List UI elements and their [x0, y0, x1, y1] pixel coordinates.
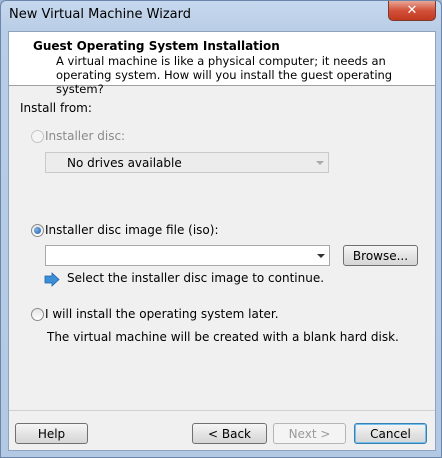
- next-button-label: Next >: [288, 426, 331, 441]
- chevron-down-icon: [316, 161, 324, 165]
- back-button-label: < Back: [207, 426, 251, 441]
- help-button[interactable]: Help: [15, 423, 88, 444]
- iso-path-combobox[interactable]: [45, 245, 330, 266]
- close-button[interactable]: ✕: [388, 1, 436, 21]
- installer-disc-label: Installer disc:: [45, 129, 126, 143]
- window-title: New Virtual Machine Wizard: [9, 7, 191, 22]
- next-button[interactable]: Next >: [273, 423, 346, 444]
- radio-selected-dot: [34, 227, 41, 234]
- arrow-right-icon: [44, 272, 60, 287]
- page-header: Guest Operating System Installation A vi…: [9, 32, 435, 96]
- browse-button-label: Browse...: [352, 248, 409, 263]
- install-later-note: The virtual machine will be created with…: [47, 330, 399, 344]
- wizard-window: New Virtual Machine Wizard ✕ Guest Opera…: [0, 0, 442, 458]
- title-bar[interactable]: New Virtual Machine Wizard ✕: [1, 1, 441, 27]
- installer-disc-dropdown-value: No drives available: [67, 156, 182, 170]
- install-from-label: Install from:: [20, 101, 92, 115]
- wizard-content: Guest Operating System Installation A vi…: [8, 31, 436, 451]
- installer-disc-radio[interactable]: [31, 130, 44, 143]
- cancel-button[interactable]: Cancel: [354, 423, 427, 444]
- page-title: Guest Operating System Installation: [33, 39, 280, 53]
- page-description: A virtual machine is like a physical com…: [56, 54, 393, 96]
- close-icon: ✕: [406, 3, 418, 18]
- iso-radio[interactable]: [31, 224, 44, 237]
- install-later-radio[interactable]: [31, 308, 44, 321]
- installer-disc-dropdown[interactable]: No drives available: [45, 152, 329, 173]
- browse-button[interactable]: Browse...: [343, 245, 418, 266]
- iso-label: Installer disc image file (iso):: [45, 223, 219, 237]
- install-later-label: I will install the operating system late…: [45, 307, 279, 321]
- back-button[interactable]: < Back: [192, 423, 267, 444]
- help-button-label: Help: [37, 426, 66, 441]
- footer-divider: [9, 410, 435, 411]
- chevron-down-icon[interactable]: [317, 254, 325, 258]
- iso-hint: Select the installer disc image to conti…: [67, 271, 325, 285]
- cancel-button-label: Cancel: [370, 426, 411, 441]
